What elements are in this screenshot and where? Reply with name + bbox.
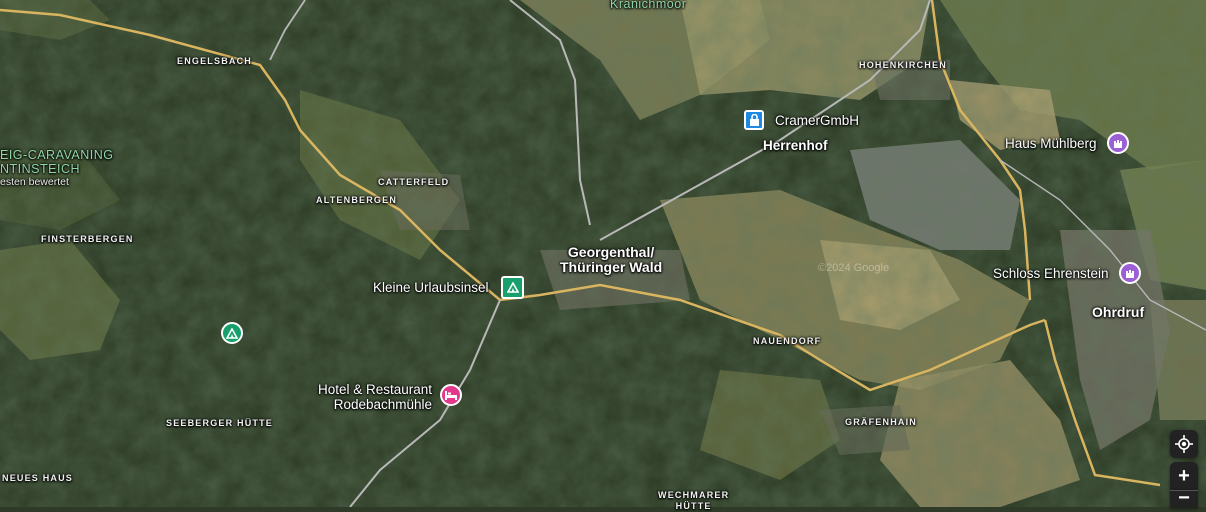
- crosshair-icon: [1175, 435, 1193, 453]
- campsite-pin[interactable]: [501, 276, 524, 299]
- castle-icon: [1114, 140, 1122, 148]
- label-herrenhof[interactable]: Herrenhof: [763, 138, 828, 153]
- label-hotel[interactable]: Hotel & Restaurant Rodebachmühle: [318, 382, 432, 412]
- bed-icon: [445, 390, 457, 400]
- label-wechmarer-huette[interactable]: WECHMARER HÜTTE: [658, 490, 729, 512]
- tent-icon: [506, 282, 519, 293]
- label-georgenthal-line2: Thüringer Wald: [560, 259, 663, 275]
- label-caravaning-line1[interactable]: EIG-CARAVANING: [0, 148, 114, 162]
- castle-pin[interactable]: [1107, 132, 1129, 154]
- label-altenbergen[interactable]: ALTENBERGEN: [316, 195, 397, 205]
- label-caravaning-line2[interactable]: NTINSTEICH: [0, 162, 80, 176]
- label-engelsbach[interactable]: ENGELSBACH: [177, 56, 252, 66]
- label-wechmarer-line1: WECHMARER: [658, 490, 730, 500]
- label-kranichmoor[interactable]: Kranichmoor: [610, 0, 686, 11]
- lock-bag-icon: [749, 114, 759, 126]
- label-cramer[interactable]: CramerGmbH: [775, 113, 859, 128]
- label-haus-muehlberg[interactable]: Haus Mühlberg: [1005, 136, 1097, 151]
- label-nauendorf[interactable]: NAUENDORF: [753, 336, 821, 346]
- map-copyright: ©2024 Google: [818, 262, 890, 274]
- label-ohrdruf[interactable]: Ohrdruf: [1092, 304, 1144, 320]
- label-hohenkirchen[interactable]: HOHENKIRCHEN: [859, 60, 947, 70]
- label-georgenthal[interactable]: Georgenthal/ Thüringer Wald: [560, 245, 662, 275]
- label-seeberger-huette[interactable]: SEEBERGER HÜTTE: [166, 418, 273, 428]
- my-location-button[interactable]: [1170, 430, 1198, 458]
- label-kleine-urlaubsinsel[interactable]: Kleine Urlaubsinsel: [373, 280, 489, 295]
- label-hotel-line2: Rodebachmühle: [333, 397, 433, 412]
- zoom-in-button[interactable]: +: [1170, 462, 1198, 490]
- castle-icon: [1126, 270, 1134, 278]
- label-schloss-ehrenstein[interactable]: Schloss Ehrenstein: [993, 266, 1109, 281]
- zoom-out-button[interactable]: −: [1170, 488, 1198, 508]
- label-georgenthal-line1: Georgenthal/: [567, 244, 655, 260]
- label-neues-haus[interactable]: NEUES HAUS: [2, 473, 73, 483]
- campsite-pin-2[interactable]: [221, 322, 243, 344]
- label-hotel-line1: Hotel & Restaurant: [318, 382, 433, 397]
- tent-icon: [226, 327, 238, 339]
- label-finsterbergen[interactable]: FINSTERBERGEN: [41, 234, 134, 244]
- hotel-pin[interactable]: [440, 384, 462, 406]
- label-caravaning-rating: esten bewertet: [0, 176, 69, 188]
- castle-pin-2[interactable]: [1119, 262, 1141, 284]
- label-graefenhain[interactable]: GRÄFENHAIN: [845, 417, 917, 427]
- label-catterfeld[interactable]: CATTERFELD: [378, 177, 449, 187]
- shop-pin[interactable]: [744, 110, 764, 130]
